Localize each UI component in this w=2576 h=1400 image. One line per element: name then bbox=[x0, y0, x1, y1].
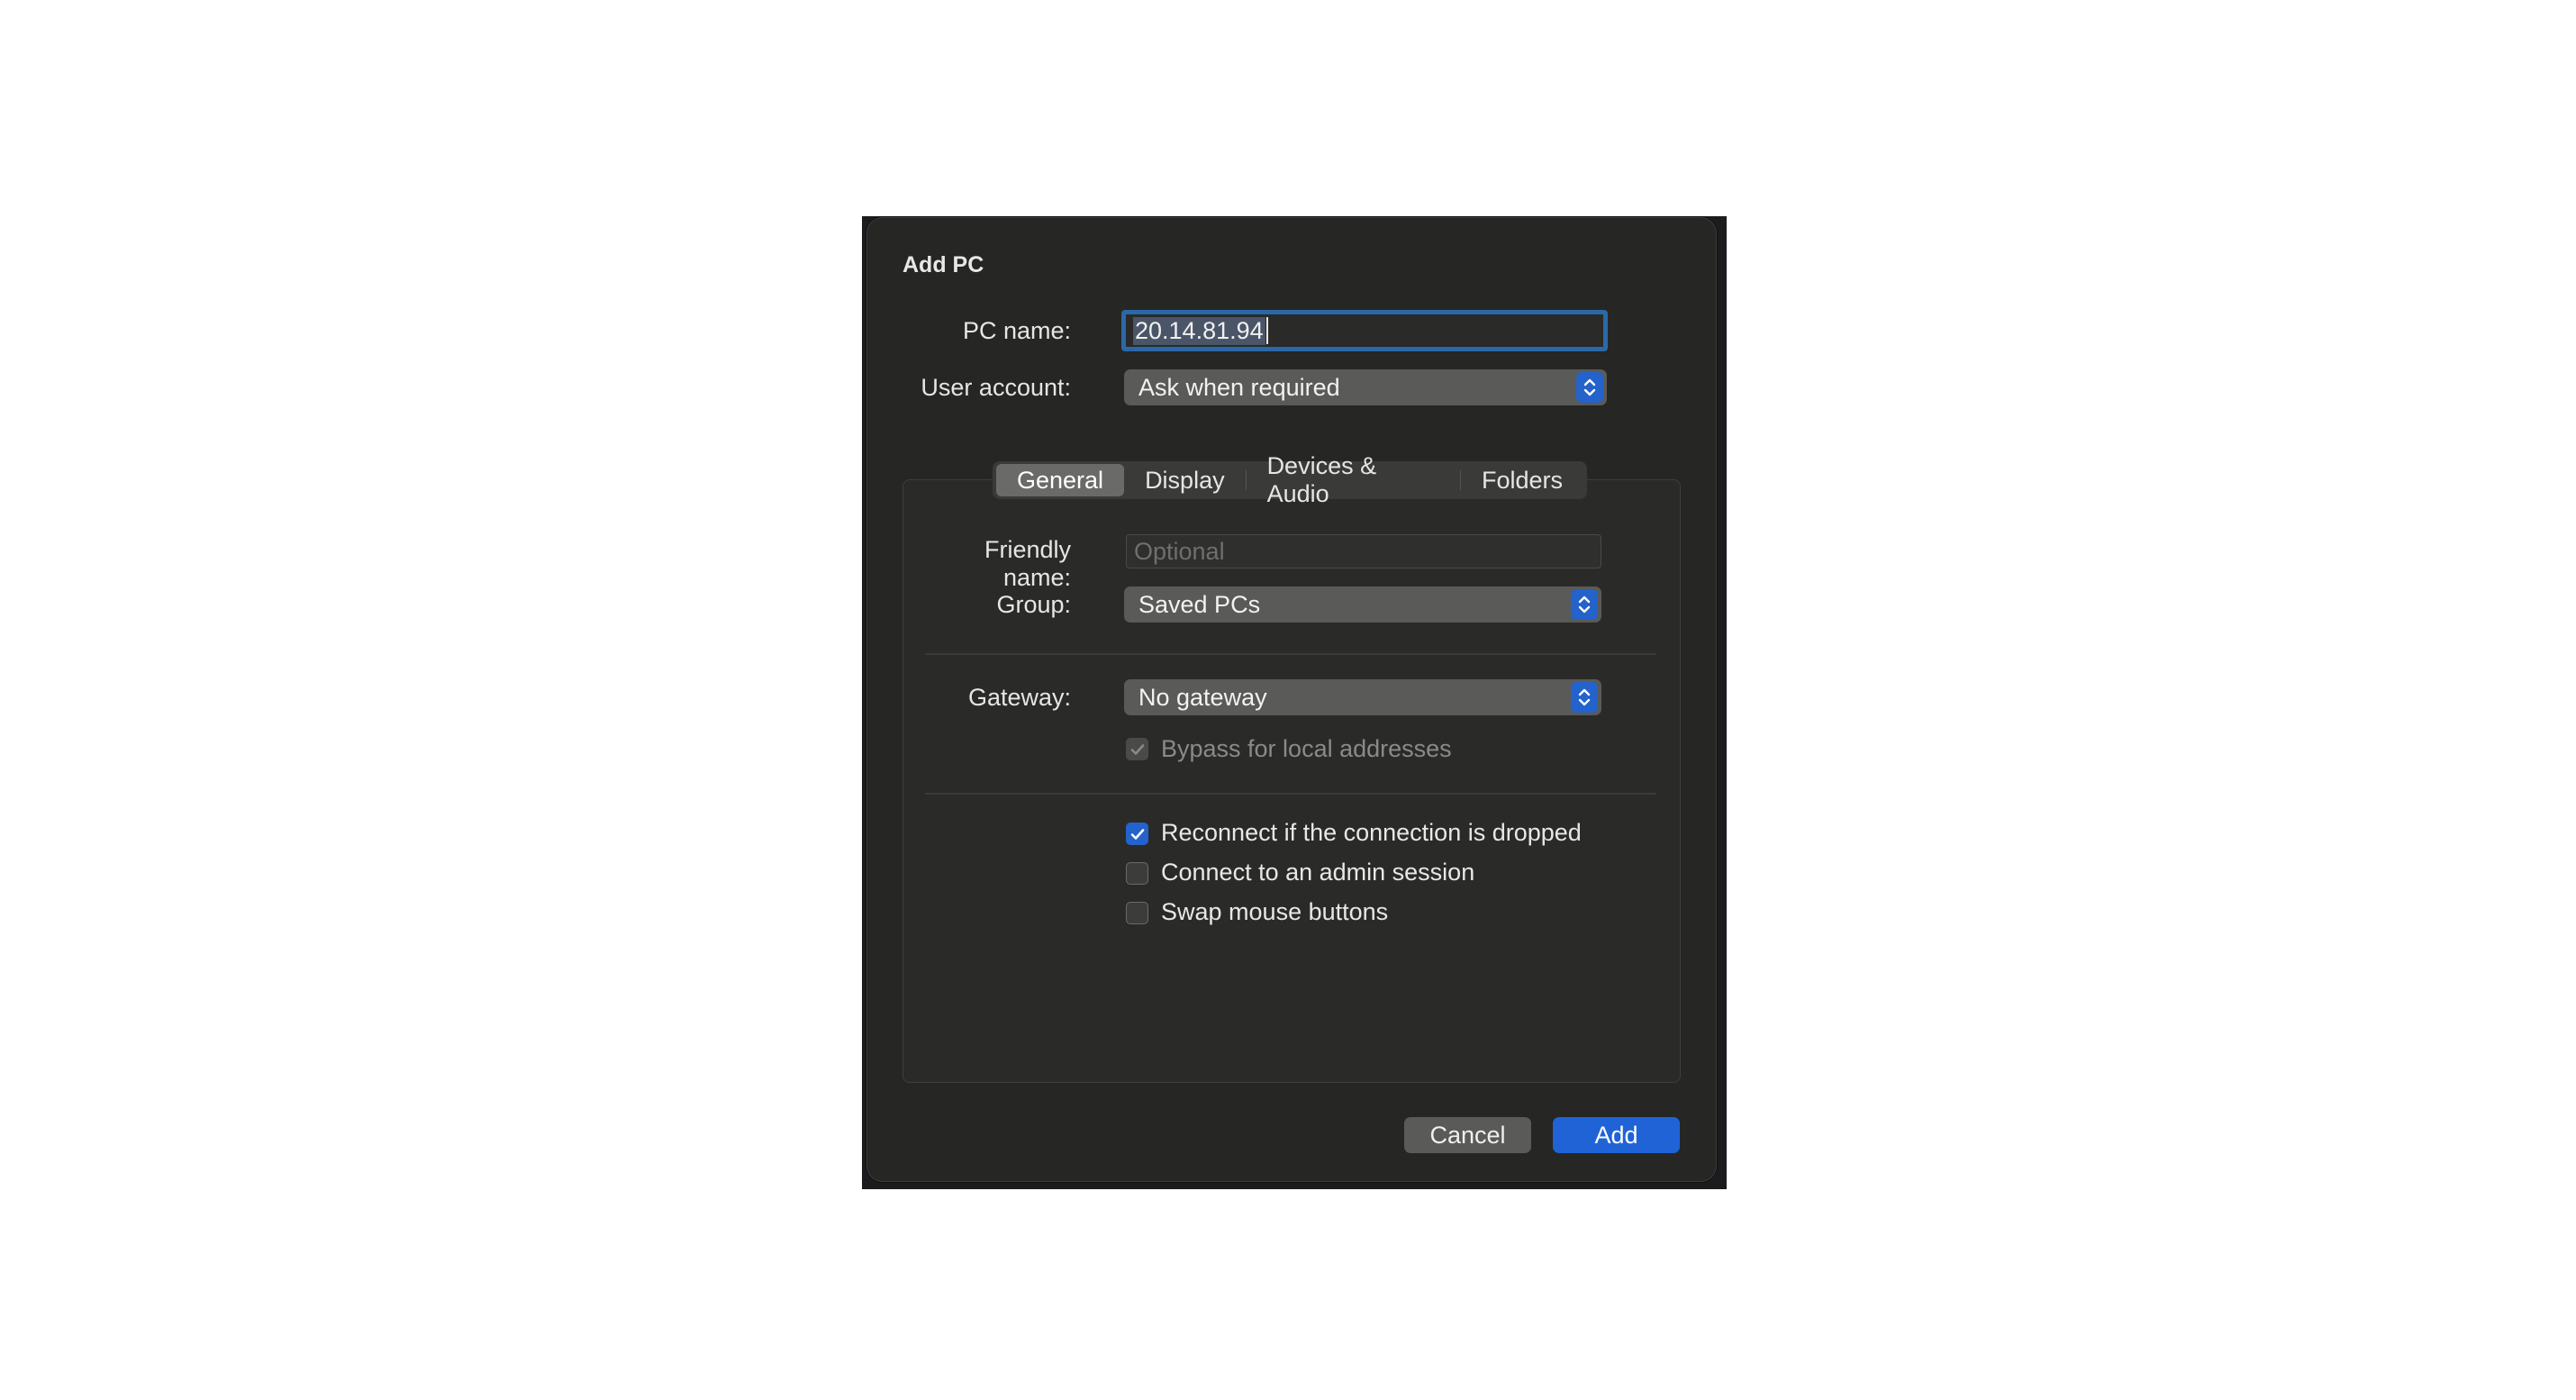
section-divider bbox=[925, 653, 1656, 655]
add-pc-dialog: Add PC PC name: 20.14.81.94 User account… bbox=[866, 217, 1717, 1182]
updown-chevron-icon bbox=[1576, 372, 1603, 403]
add-button[interactable]: Add bbox=[1553, 1117, 1680, 1153]
group-label: Group: bbox=[996, 591, 1071, 618]
bypass-label: Bypass for local addresses bbox=[1161, 735, 1452, 762]
section-divider bbox=[925, 793, 1656, 795]
tab-devices-audio[interactable]: Devices & Audio bbox=[1247, 452, 1460, 507]
friendly-name-placeholder: Optional bbox=[1134, 537, 1225, 565]
updown-chevron-icon bbox=[1571, 682, 1598, 713]
user-account-label: User account: bbox=[921, 374, 1071, 401]
group-value: Saved PCs bbox=[1138, 590, 1261, 618]
pc-name-label: PC name: bbox=[962, 317, 1071, 344]
friendly-name-label: Friendly name: bbox=[984, 536, 1071, 591]
text-caret bbox=[1265, 317, 1268, 344]
pc-name-value: 20.14.81.94 bbox=[1133, 316, 1265, 345]
tab-folders[interactable]: Folders bbox=[1461, 464, 1583, 496]
dialog-title: Add PC bbox=[903, 252, 984, 277]
tab-general[interactable]: General bbox=[996, 464, 1125, 496]
reconnect-label: Reconnect if the connection is dropped bbox=[1161, 819, 1582, 846]
pc-name-field[interactable]: 20.14.81.94 bbox=[1121, 310, 1608, 351]
friendly-name-field[interactable]: Optional bbox=[1126, 534, 1601, 568]
bypass-checkbox[interactable] bbox=[1126, 738, 1148, 760]
updown-chevron-icon bbox=[1571, 589, 1598, 620]
admin-session-label: Connect to an admin session bbox=[1161, 859, 1475, 886]
swap-mouse-label: Swap mouse buttons bbox=[1161, 898, 1389, 925]
checkmark-icon bbox=[1130, 743, 1144, 755]
gateway-value: No gateway bbox=[1138, 683, 1267, 711]
tab-display[interactable]: Display bbox=[1124, 464, 1246, 496]
gateway-popup[interactable]: No gateway bbox=[1124, 679, 1601, 715]
reconnect-checkbox[interactable] bbox=[1126, 823, 1148, 845]
tab-bar: General Display Devices & Audio Folders bbox=[993, 452, 1587, 507]
admin-session-checkbox[interactable] bbox=[1126, 862, 1148, 885]
checkmark-icon bbox=[1130, 828, 1144, 840]
cancel-button[interactable]: Cancel bbox=[1404, 1117, 1531, 1153]
user-account-value: Ask when required bbox=[1138, 373, 1340, 401]
group-popup[interactable]: Saved PCs bbox=[1124, 586, 1601, 623]
gateway-label: Gateway: bbox=[967, 684, 1071, 711]
user-account-popup[interactable]: Ask when required bbox=[1124, 369, 1607, 405]
swap-mouse-checkbox[interactable] bbox=[1126, 902, 1148, 924]
